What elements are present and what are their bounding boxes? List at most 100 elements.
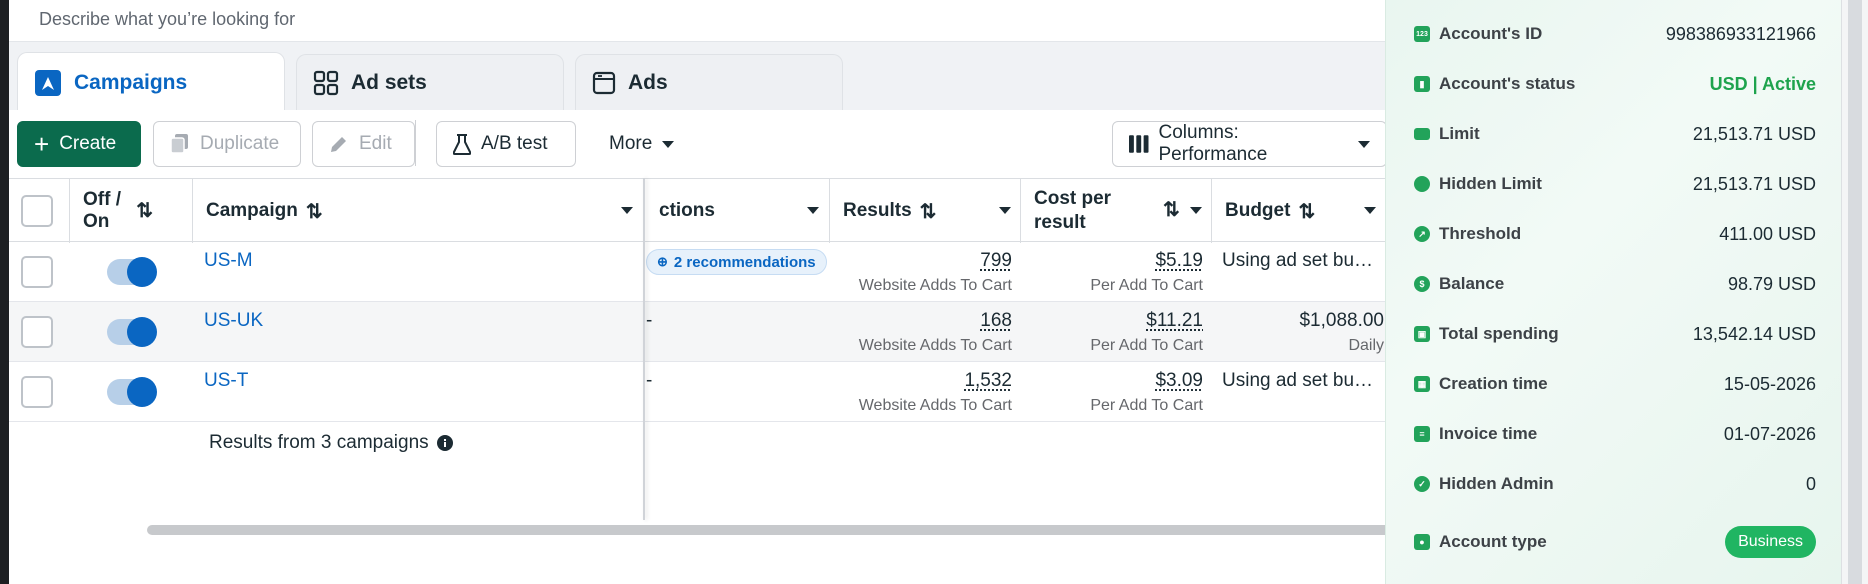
actions-value: - bbox=[646, 370, 653, 391]
recommendations-badge[interactable]: ⊕ 2 recommendations bbox=[646, 249, 827, 275]
balance-value: 98.79 USD bbox=[1727, 273, 1816, 294]
more-button[interactable]: More bbox=[593, 121, 693, 167]
column-menu-icon[interactable] bbox=[1364, 207, 1376, 214]
hidden-limit-label: Hidden Limit bbox=[1439, 174, 1542, 193]
recommendation-arrow-icon: ⊕ bbox=[657, 254, 668, 269]
shield-icon: ✓ bbox=[1414, 476, 1430, 492]
total-spending-label: Total spending bbox=[1439, 324, 1559, 343]
budget-value: Using ad set bu… bbox=[1222, 250, 1374, 271]
id-badge-icon: 123 bbox=[1414, 26, 1430, 42]
toggle-knob bbox=[127, 377, 157, 407]
header-campaign[interactable]: Campaign ⇅ bbox=[206, 179, 323, 243]
cost-value[interactable]: $11.21 bbox=[1146, 310, 1203, 332]
budget-value: Using ad set bu… bbox=[1222, 370, 1374, 391]
header-results-label: Results bbox=[843, 200, 912, 221]
total-spending-value: 13,542.14 USD bbox=[1692, 323, 1816, 344]
duplicate-button[interactable]: Duplicate bbox=[153, 121, 301, 167]
limit-value: 21,513.71 USD bbox=[1692, 123, 1816, 144]
actions-value: - bbox=[646, 310, 653, 331]
table-row[interactable]: US-M ⊕ 2 recommendations 799 Website Add… bbox=[9, 242, 1389, 302]
recommendations-label: 2 recommendations bbox=[673, 253, 816, 271]
column-divider bbox=[1211, 179, 1212, 243]
credit-card-icon bbox=[1414, 128, 1430, 140]
columns-icon bbox=[1129, 135, 1149, 153]
select-all-checkbox[interactable] bbox=[21, 195, 53, 227]
campaign-name-link[interactable]: US-UK bbox=[204, 310, 263, 332]
toggle-knob bbox=[127, 317, 157, 347]
columns-button[interactable]: Columns: Performance bbox=[1112, 121, 1387, 167]
toolbar: + Create Duplicate Edit A/B test More Co… bbox=[9, 110, 1389, 178]
campaign-name-link[interactable]: US-T bbox=[204, 370, 248, 392]
tab-ads[interactable]: Ads bbox=[575, 54, 843, 110]
cost-value[interactable]: $3.09 bbox=[1155, 370, 1203, 392]
column-divider bbox=[829, 179, 830, 243]
invoice-time-value: 01-07-2026 bbox=[1723, 423, 1816, 444]
table-row[interactable]: US-T - 1,532 Website Adds To Cart $3.09 … bbox=[9, 362, 1389, 422]
hidden-limit-row: Hidden Limit 21,513.71 USD bbox=[1386, 159, 1842, 209]
ab-test-button[interactable]: A/B test bbox=[436, 121, 576, 167]
sort-icon[interactable]: ⇅ bbox=[1163, 197, 1180, 222]
sort-icon: ⇅ bbox=[136, 200, 153, 222]
header-results[interactable]: Results ⇅ bbox=[843, 179, 936, 243]
balance-row: $ Balance 98.79 USD bbox=[1386, 259, 1842, 309]
tab-campaigns[interactable]: Campaigns bbox=[17, 52, 285, 112]
column-divider bbox=[192, 179, 193, 243]
balance-label: Balance bbox=[1439, 274, 1505, 293]
table-row[interactable]: US-UK - 168 Website Adds To Cart $11.21 … bbox=[9, 302, 1389, 362]
row-checkbox[interactable] bbox=[21, 376, 53, 408]
hidden-admin-value: 0 bbox=[1805, 473, 1816, 494]
budget-value: $1,088.00 bbox=[1299, 310, 1384, 331]
frozen-column-edge bbox=[643, 178, 645, 520]
search-bar[interactable]: Describe what you’re looking for bbox=[9, 0, 1389, 42]
header-off-on[interactable]: Off / On ⇅ bbox=[83, 179, 153, 243]
column-menu-icon[interactable] bbox=[807, 207, 819, 214]
invoice-clock-icon: ≡ bbox=[1414, 426, 1430, 442]
gutter-track bbox=[1848, 0, 1862, 584]
results-summary-label: Results from 3 campaigns bbox=[209, 432, 429, 453]
horizontal-scrollbar[interactable] bbox=[147, 525, 1397, 535]
left-edge-bar bbox=[0, 0, 9, 584]
limit-label: Limit bbox=[1439, 124, 1480, 143]
campaign-name-link[interactable]: US-M bbox=[204, 250, 253, 272]
results-value[interactable]: 1,532 bbox=[964, 370, 1012, 392]
column-menu-icon[interactable] bbox=[1190, 207, 1202, 214]
header-actions-label: ctions bbox=[659, 200, 715, 221]
results-sub: Website Adds To Cart bbox=[858, 397, 1012, 414]
create-button[interactable]: + Create bbox=[17, 121, 141, 167]
row-checkbox[interactable] bbox=[21, 256, 53, 288]
header-actions[interactable]: ctions bbox=[659, 179, 715, 243]
results-sub: Website Adds To Cart bbox=[858, 277, 1012, 294]
campaign-toggle[interactable] bbox=[107, 317, 157, 347]
info-icon[interactable] bbox=[436, 435, 453, 451]
tab-ad-sets[interactable]: Ad sets bbox=[296, 54, 564, 110]
threshold-label: Threshold bbox=[1439, 224, 1522, 243]
cost-value[interactable]: $5.19 bbox=[1155, 250, 1203, 272]
header-cost-per-result[interactable]: Cost per result bbox=[1034, 179, 1134, 243]
chevron-down-icon bbox=[1358, 140, 1370, 148]
account-type-row: ● Account type Business bbox=[1386, 517, 1842, 567]
campaign-toggle[interactable] bbox=[107, 257, 157, 287]
results-value[interactable]: 799 bbox=[980, 250, 1012, 272]
results-value[interactable]: 168 bbox=[980, 310, 1012, 332]
column-menu-icon[interactable] bbox=[621, 207, 633, 214]
row-checkbox[interactable] bbox=[21, 316, 53, 348]
edit-button[interactable]: Edit bbox=[312, 121, 415, 167]
hidden-admin-row: ✓ Hidden Admin 0 bbox=[1386, 459, 1842, 509]
receipt-icon: ▣ bbox=[1414, 326, 1430, 342]
trend-icon: ↗ bbox=[1414, 226, 1430, 242]
toolbar-divider bbox=[415, 120, 416, 166]
campaign-toggle[interactable] bbox=[107, 377, 157, 407]
column-menu-icon[interactable] bbox=[999, 207, 1011, 214]
invoice-time-row: ≡ Invoice time 01-07-2026 bbox=[1386, 409, 1842, 459]
account-type-badge: Business bbox=[1725, 526, 1816, 558]
hidden-limit-value: 21,513.71 USD bbox=[1692, 173, 1816, 194]
sort-icon: ⇅ bbox=[919, 200, 937, 223]
flask-icon bbox=[453, 134, 471, 155]
creation-time-row: ▦ Creation time 15-05-2026 bbox=[1386, 359, 1842, 409]
header-budget[interactable]: Budget ⇅ bbox=[1225, 179, 1315, 243]
threshold-value: 411.00 USD bbox=[1719, 223, 1816, 244]
invoice-time-label: Invoice time bbox=[1439, 424, 1538, 443]
tab-ad-sets-label: Ad sets bbox=[351, 70, 427, 94]
pencil-icon bbox=[331, 137, 346, 152]
results-summary: Results from 3 campaigns bbox=[209, 432, 453, 454]
